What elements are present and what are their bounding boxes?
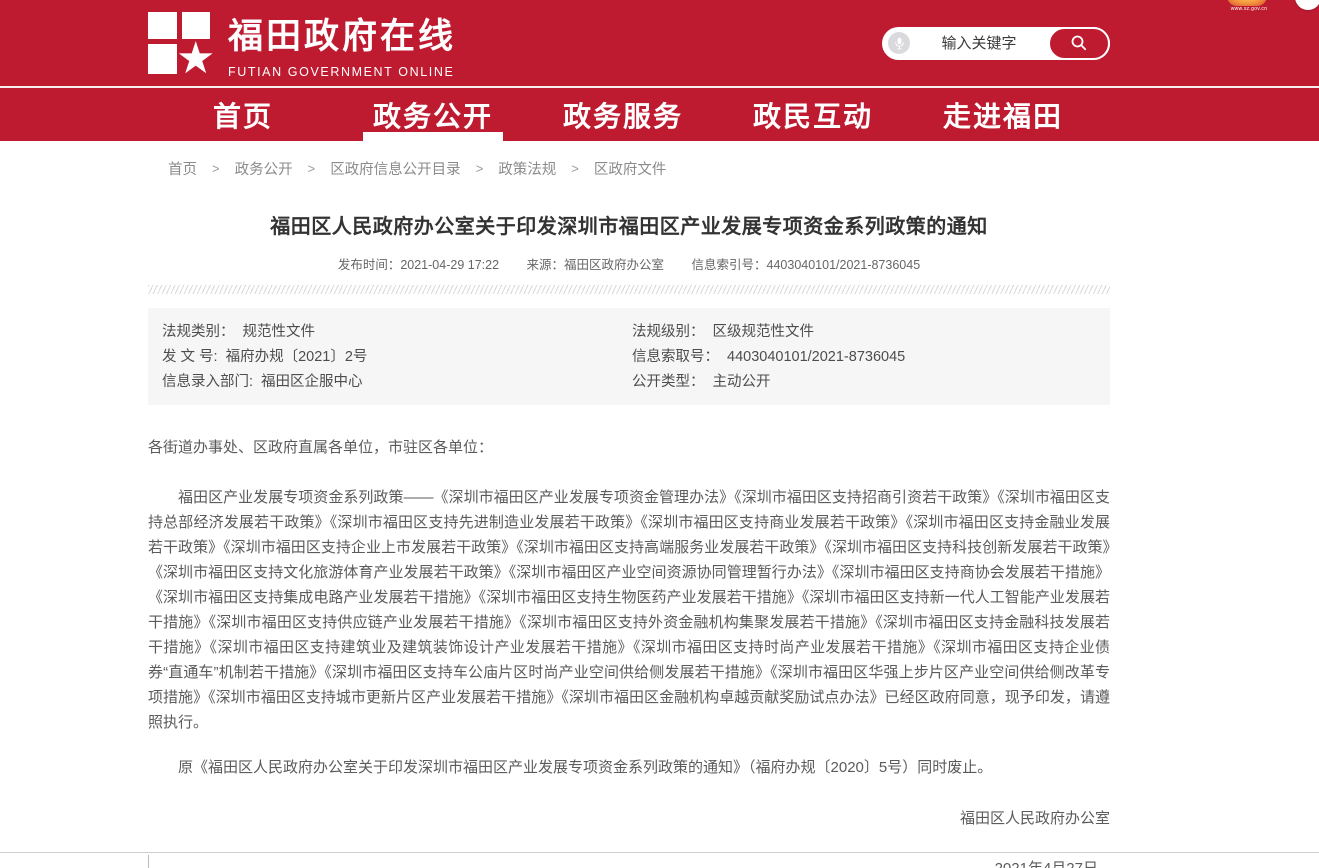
info-index-number: 信息索引号：4403040101/2021-8736045 [692,258,921,272]
info-row-entry-department: 信息录入部门: 福田区企服中心 [162,370,632,395]
info-label: 信息录入部门: [162,374,253,390]
nav-item-about-futian[interactable]: 走进福田 [908,88,1098,141]
logo-text: 福田政府在线 FUTIAN GOVERNMENT ONLINE [228,8,456,79]
breadcrumb-policies-regulations[interactable]: 政策法规 [498,158,556,179]
search-button[interactable] [1048,27,1110,60]
body-paragraph-1: 福田区产业发展专项资金系列政策——《深圳市福田区产业发展专项资金管理办法》《深圳… [148,485,1110,735]
breadcrumb-government-affairs[interactable]: 政务公开 [235,158,293,179]
microphone-icon [894,37,905,50]
info-label: 发 文 号: [162,349,218,365]
search-input[interactable] [910,35,1048,52]
nav-inner: 首页 政务公开 政务服务 政民互动 走进福田 [148,88,1110,141]
content: 首页 > 政务公开 > 区政府信息公开目录 > 政策法规 > 区政府文件 福田区… [148,158,1110,868]
info-label: 法规级别： [632,324,705,340]
info-value: 主动公开 [713,374,771,390]
site-header: ★ 福田政府在线 FUTIAN GOVERNMENT ONLINE [0,0,1319,88]
document-meta: 发布时间：2021-04-29 17:22 来源：福田区政府办公室 信息索引号：… [148,254,1110,273]
document-body: 各街道办事处、区政府直属各单位，市驻区各单位： 福田区产业发展专项资金系列政策—… [148,435,1110,868]
nav-item-home[interactable]: 首页 [148,88,338,141]
signature: 福田区人民政府办公室 [148,806,1110,831]
nav-item-public-interaction[interactable]: 政民互动 [718,88,908,141]
info-row-regulation-level: 法规级别： 区级规范性文件 [632,320,1110,345]
breadcrumb-district-documents[interactable]: 区政府文件 [594,158,667,179]
source: 来源：福田区政府办公室 [527,258,665,272]
footer-top-border [0,852,1319,868]
logo-square [148,12,177,39]
breadcrumb-separator: > [212,161,220,176]
salutation: 各街道办事处、区政府直属各单位，市驻区各单位： [148,435,1110,460]
site-title: 福田政府在线 [228,8,456,59]
publish-time: 发布时间：2021-04-29 17:22 [338,258,499,272]
info-label: 法规类别： [162,324,235,340]
logo-square [148,44,177,74]
info-value: 规范性文件 [243,324,316,340]
logo-star-icon: ★ [175,37,218,81]
info-value: 区级规范性文件 [713,324,815,340]
voice-search-button[interactable] [888,32,910,54]
site-logo[interactable]: ★ 福田政府在线 FUTIAN GOVERNMENT ONLINE [148,8,456,79]
sz-gov-url: www.sz.gov.cn [1223,6,1275,12]
info-box-right-column: 法规级别： 区级规范性文件 信息索取号： 4403040101/2021-87360… [632,320,1110,395]
site-subtitle: FUTIAN GOVERNMENT ONLINE [228,65,456,79]
nav-item-government-services[interactable]: 政务服务 [528,88,718,141]
info-value: 福田区企服中心 [261,374,363,390]
breadcrumb-separator: > [308,161,316,176]
search-icon [1070,34,1088,52]
info-value: 4403040101/2021-8736045 [727,349,905,365]
floating-circle-widget[interactable] [1295,0,1319,10]
page: ★ 福田政府在线 FUTIAN GOVERNMENT ONLINE [0,0,1319,868]
info-label: 信息索取号： [632,349,719,365]
header-inner: ★ 福田政府在线 FUTIAN GOVERNMENT ONLINE [148,0,1110,86]
breadcrumb: 首页 > 政务公开 > 区政府信息公开目录 > 政策法规 > 区政府文件 [148,158,1110,179]
info-label: 公开类型： [632,374,705,390]
breadcrumb-separator: > [476,161,484,176]
body-paragraph-2: 原《福田区人民政府办公室关于印发深圳市福田区产业发展专项资金系列政策的通知》（福… [148,755,1110,780]
breadcrumb-home[interactable]: 首页 [168,158,197,179]
footer-divider-tick [148,855,149,868]
document-info-box: 法规类别： 规范性文件 发 文 号: 福府办规〔2021〕2号 信息录入部门: 福田区… [148,308,1110,405]
info-row-retrieval-number: 信息索取号： 4403040101/2021-8736045 [632,345,1110,370]
search-box [882,27,1110,60]
info-row-regulation-category: 法规类别： 规范性文件 [162,320,632,345]
nav-item-government-affairs[interactable]: 政务公开 [338,88,528,141]
info-row-disclosure-type: 公开类型： 主动公开 [632,370,1110,395]
breadcrumb-info-directory[interactable]: 区政府信息公开目录 [330,158,461,179]
main-nav: 首页 政务公开 政务服务 政民互动 走进福田 [0,88,1319,141]
hatched-divider [148,285,1110,294]
info-row-document-number: 发 文 号: 福府办规〔2021〕2号 [162,345,632,370]
futian-logo-icon: ★ [148,12,210,74]
document-title: 福田区人民政府办公室关于印发深圳市福田区产业发展专项资金系列政策的通知 [148,210,1110,239]
info-value: 福府办规〔2021〕2号 [226,349,368,365]
info-box-left-column: 法规类别： 规范性文件 发 文 号: 福府办规〔2021〕2号 信息录入部门: 福田区… [162,320,632,395]
breadcrumb-separator: > [571,161,579,176]
floating-widget[interactable]: www.sz.gov.cn [1223,0,1275,12]
